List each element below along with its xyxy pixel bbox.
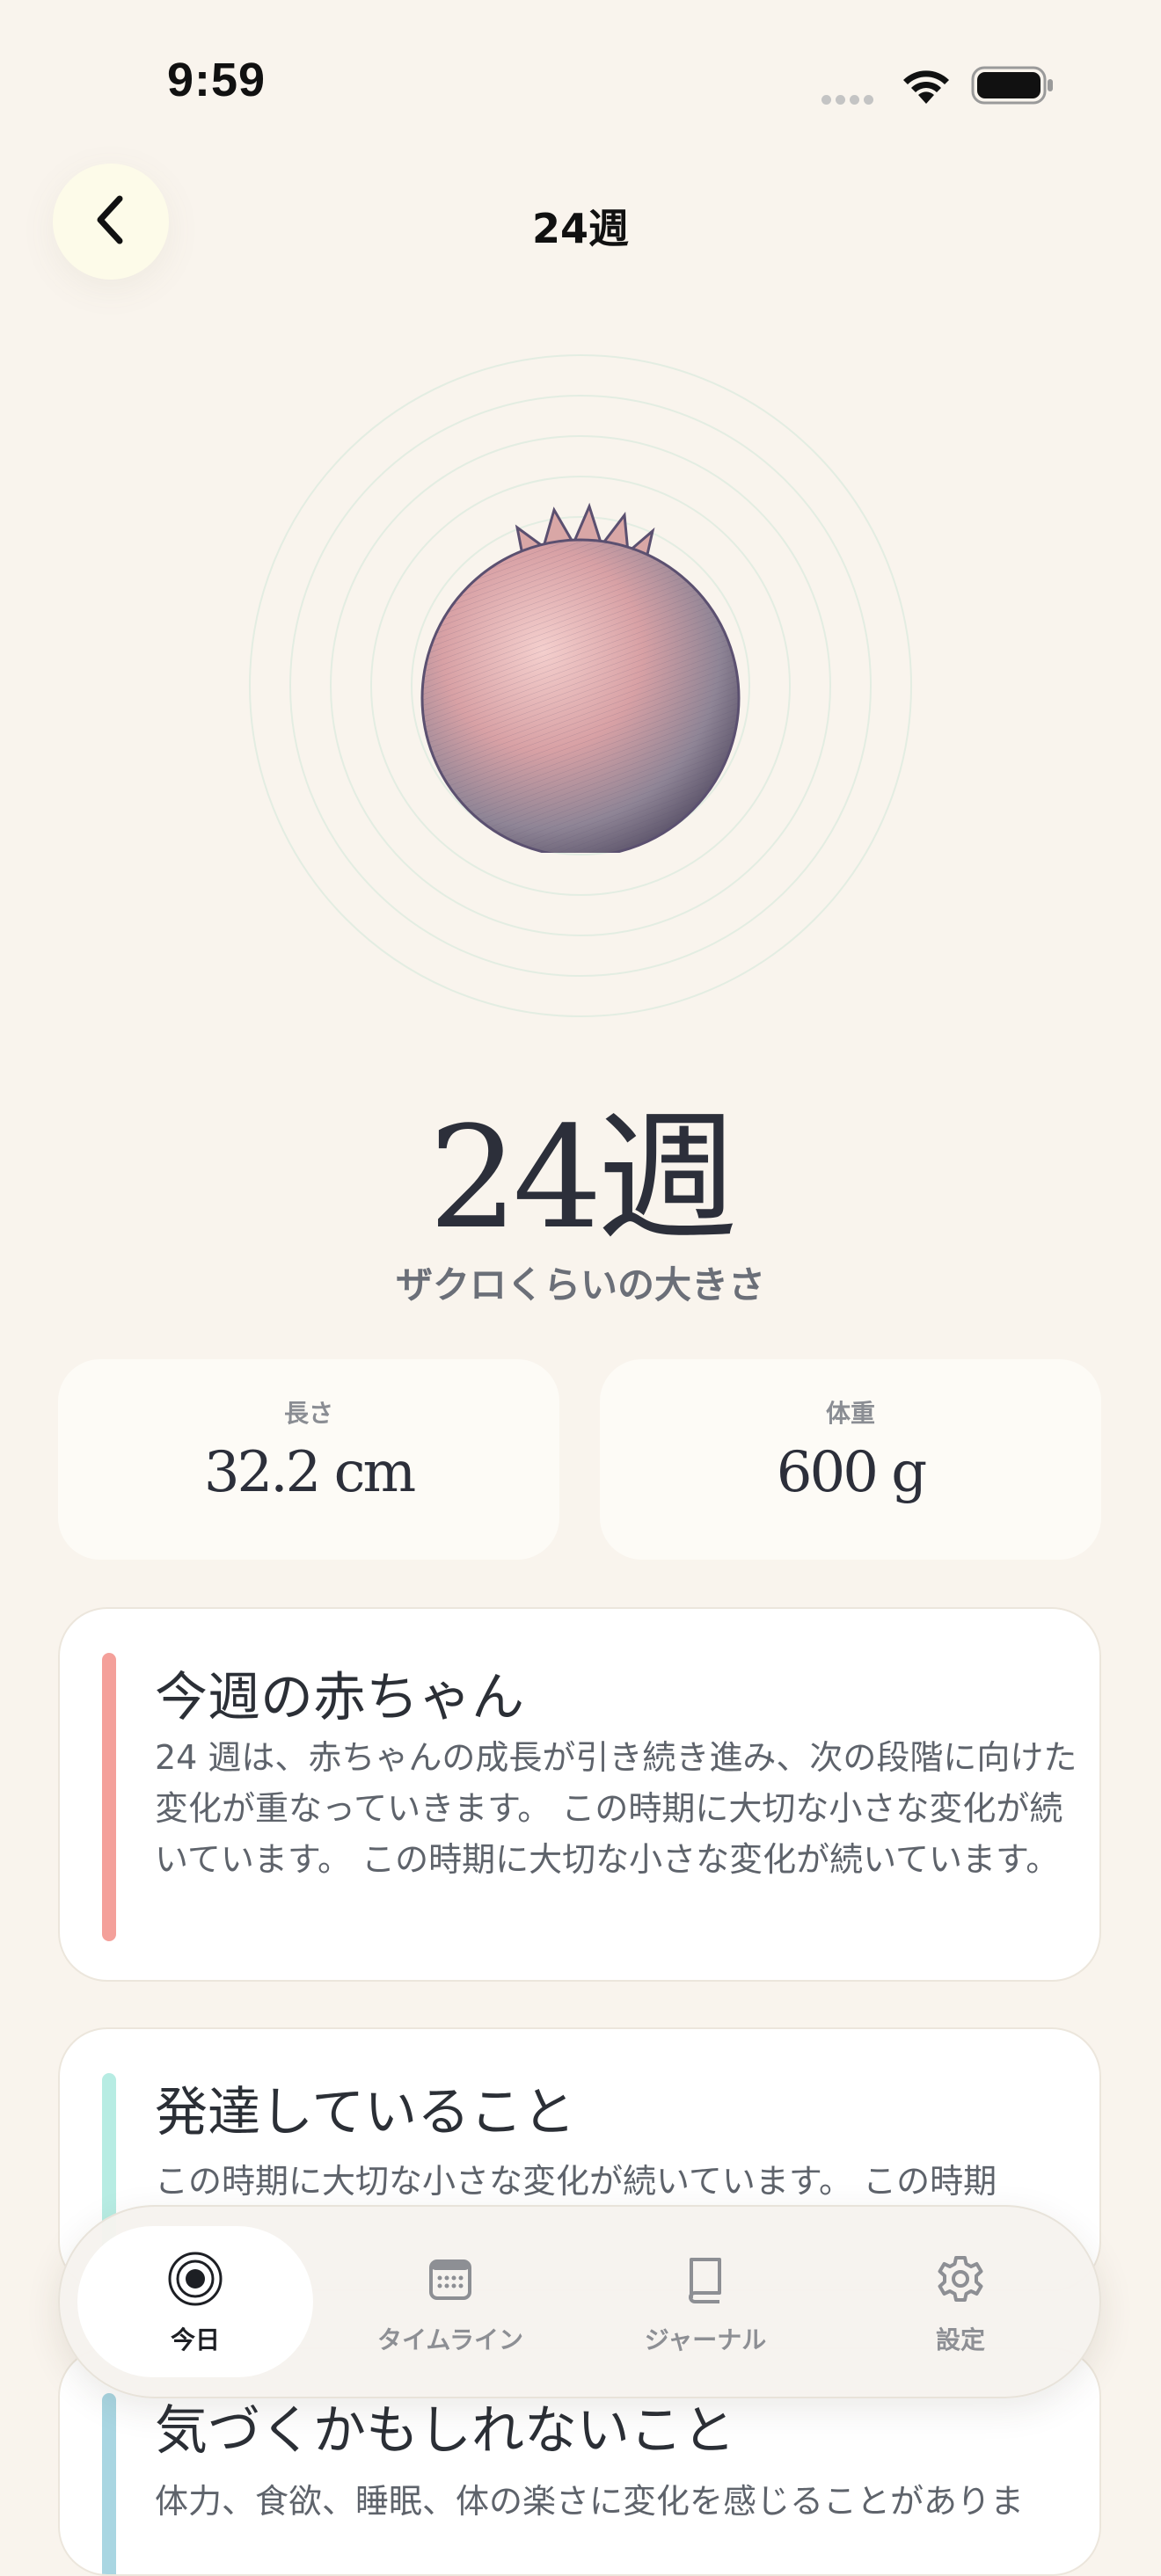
length-stat-card: 長さ 32.2 cm — [58, 1359, 559, 1560]
pomegranate-image — [413, 501, 748, 858]
wifi-icon — [899, 65, 953, 109]
signal-dots-icon — [821, 91, 878, 108]
tab-today[interactable]: 今日 — [72, 2251, 318, 2356]
card-body: この時期に大切な小さな変化が続いています。 この時期 — [155, 2162, 997, 2201]
status-time: 9:59 — [167, 54, 267, 106]
gear-icon — [837, 2251, 1084, 2307]
card-title: 気づくかもしれないこと — [155, 2400, 735, 2462]
battery-icon — [971, 65, 1055, 109]
card-body: 24 週は、赤ちゃんの成長が引き続き進み、次の段階に向けた変化が重なっていきます… — [155, 1738, 1077, 1879]
weight-label: 体重 — [825, 1399, 875, 1428]
weight-stat-card: 体重 600 g — [600, 1359, 1101, 1560]
card-body: 体力、食欲、睡眠、体の楽さに変化を感じることがありま — [155, 2482, 1025, 2521]
card-title: 今週の赤ちゃん — [155, 1667, 524, 1728]
accent-bar — [102, 2393, 116, 2574]
calendar-icon — [327, 2251, 573, 2307]
length-label: 長さ — [283, 1399, 333, 1428]
accent-bar — [102, 1653, 116, 1941]
tab-label: 今日 — [170, 2325, 220, 2354]
tab-timeline[interactable]: タイムライン — [327, 2251, 573, 2356]
nav-title: 24週 — [531, 205, 629, 252]
tab-settings[interactable]: 設定 — [837, 2251, 1084, 2356]
week-heading: 24週 — [428, 1095, 738, 1260]
tab-label: タイムライン — [376, 2325, 524, 2354]
card-title: 発達していること — [155, 2082, 576, 2143]
size-caption: ザクロくらいの大きさ — [395, 1263, 765, 1306]
length-value: 32.2 cm — [203, 1440, 416, 1505]
book-icon — [582, 2251, 829, 2307]
weight-value: 600 g — [776, 1440, 927, 1505]
tab-label: 設定 — [935, 2325, 985, 2354]
baby-this-week-card[interactable]: 今週の赤ちゃん 24 週は、赤ちゃんの成長が引き続き進み、次の段階に向けた変化が… — [58, 1607, 1101, 1982]
tab-journal[interactable]: ジャーナル — [582, 2251, 829, 2356]
target-icon — [72, 2251, 318, 2307]
tab-label: ジャーナル — [644, 2325, 767, 2354]
